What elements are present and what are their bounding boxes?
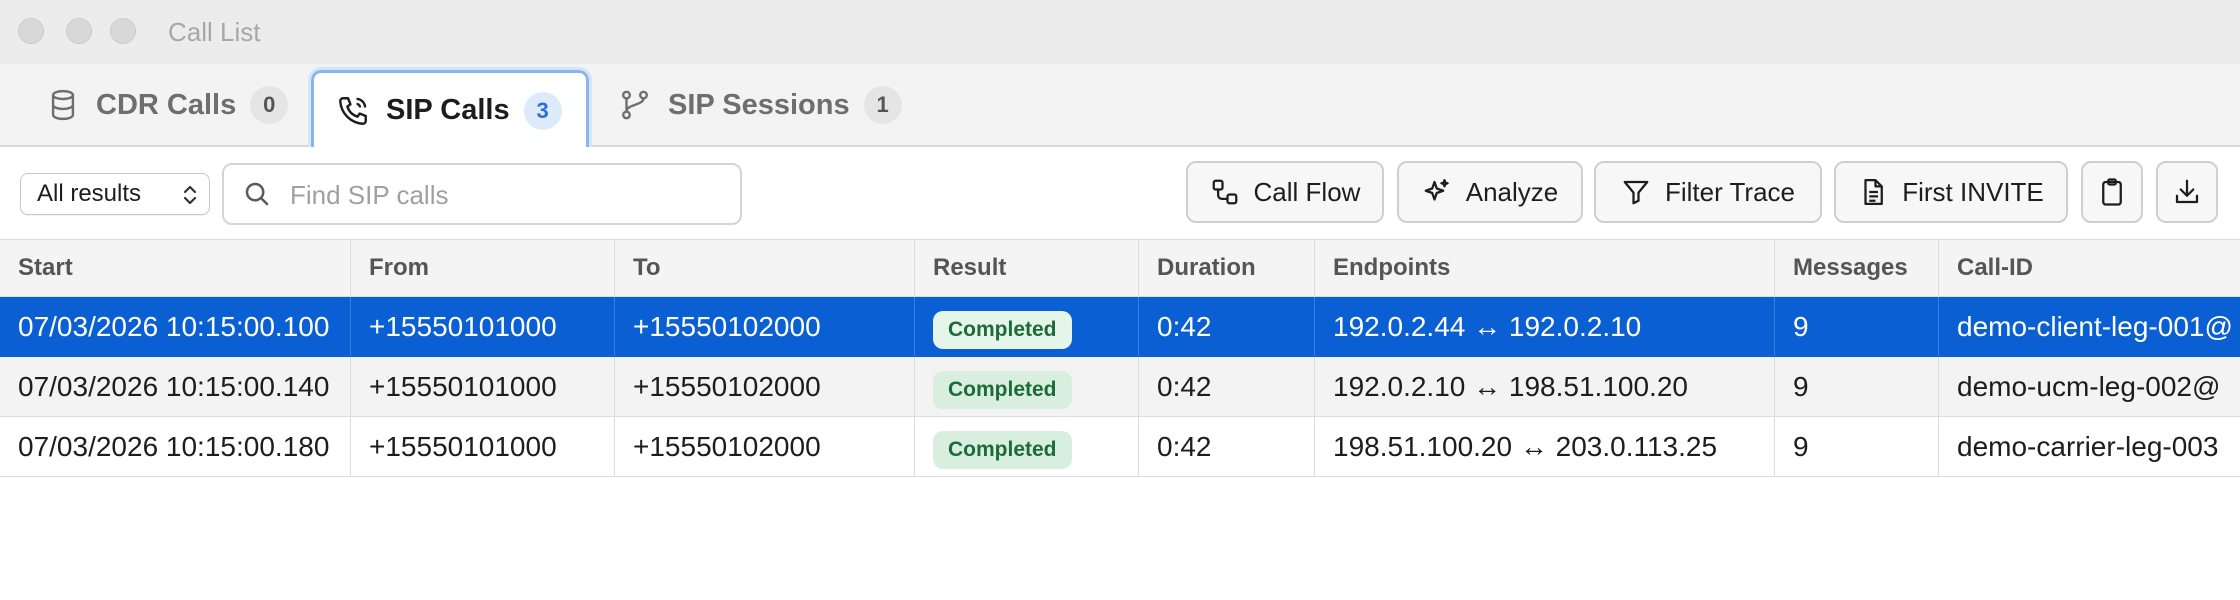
tab-count-badge: 3	[523, 91, 562, 130]
status-badge: Completed	[933, 311, 1072, 349]
column-header-call-id[interactable]: Call-ID	[1939, 240, 2240, 296]
sparkles-icon	[1422, 177, 1452, 207]
cell-start: 07/03/2026 10:15:00.140	[0, 357, 351, 416]
status-badge: Completed	[933, 371, 1072, 409]
cell-start: 07/03/2026 10:15:00.180	[0, 417, 351, 476]
toolbar: All results Call Flow	[0, 147, 2240, 239]
chevron-up-down-icon	[181, 182, 199, 215]
cell-messages: 9	[1775, 417, 1939, 476]
column-header-result[interactable]: Result	[915, 240, 1139, 296]
tab-label: CDR Calls	[96, 88, 237, 121]
window-title: Call List	[168, 17, 261, 47]
call-flow-button[interactable]: Call Flow	[1186, 161, 1384, 223]
filter-trace-label: Filter Trace	[1664, 176, 1796, 207]
cell-messages: 9	[1775, 297, 1939, 356]
close-window-button[interactable]	[18, 18, 44, 44]
first-invite-label: First INVITE	[1902, 176, 2044, 207]
analyze-label: Analyze	[1465, 176, 1559, 207]
cell-endpoints: 192.0.2.10 ↔ 198.51.100.20	[1315, 357, 1775, 416]
cell-call-id: demo-carrier-leg-003	[1957, 431, 2219, 462]
cell-start: 07/03/2026 10:15:00.100	[0, 297, 351, 356]
cell-result: Completed	[915, 417, 1139, 476]
filter-trace-button[interactable]: Filter Trace	[1594, 161, 1822, 223]
column-header-duration[interactable]: Duration	[1139, 240, 1315, 296]
column-header-from[interactable]: From	[351, 240, 615, 296]
tab-label: SIP Calls	[386, 94, 510, 126]
cell-endpoints: 198.51.100.20 ↔ 203.0.113.25	[1315, 417, 1775, 476]
call-flow-icon	[1210, 177, 1240, 207]
tab-strip: CDR Calls 0 SIP Calls 3 SIP Sessions 1	[0, 64, 2240, 151]
cell-result: Completed	[915, 297, 1139, 356]
download-button[interactable]	[2156, 161, 2218, 223]
cell-to: +15550102000	[615, 297, 915, 356]
table-row[interactable]: 07/03/2026 10:15:00.180 +15550101000 +15…	[0, 417, 2240, 477]
search-icon	[242, 179, 272, 214]
search-field[interactable]	[222, 163, 742, 225]
tab-count-badge: 1	[863, 86, 902, 124]
zoom-window-button[interactable]	[110, 18, 136, 44]
cell-duration: 0:42	[1139, 357, 1315, 416]
phone-icon	[336, 94, 370, 128]
clipboard-icon	[2097, 177, 2127, 207]
cell-messages: 9	[1775, 357, 1939, 416]
download-icon	[2172, 177, 2202, 207]
column-header-start[interactable]: Start	[0, 240, 351, 296]
table-row[interactable]: 07/03/2026 10:15:00.140 +15550101000 +15…	[0, 357, 2240, 417]
tab-sip-calls[interactable]: SIP Calls 3	[308, 67, 592, 151]
cell-call-id: demo-ucm-leg-002@	[1957, 371, 2221, 402]
cell-from: +15550101000	[351, 297, 615, 356]
column-header-messages[interactable]: Messages	[1775, 240, 1939, 296]
table-row[interactable]: 07/03/2026 10:15:00.100 +15550101000 +15…	[0, 297, 2240, 357]
sip-calls-table: Start From To Result Duration Endpoints …	[0, 239, 2240, 477]
tab-cdr-calls[interactable]: CDR Calls 0	[46, 64, 289, 146]
column-header-endpoints[interactable]: Endpoints	[1315, 240, 1775, 296]
analyze-button[interactable]: Analyze	[1397, 161, 1583, 223]
cell-to: +15550102000	[615, 357, 915, 416]
tab-count-badge: 0	[250, 86, 289, 124]
status-badge: Completed	[933, 431, 1072, 469]
branch-icon	[618, 88, 652, 122]
title-bar: Call List	[0, 0, 2240, 64]
cell-endpoints: 192.0.2.44 ↔ 192.0.2.10	[1315, 297, 1775, 356]
copy-button[interactable]	[2081, 161, 2143, 223]
results-filter-select[interactable]: All results	[20, 173, 210, 215]
cell-from: +15550101000	[351, 357, 615, 416]
column-header-to[interactable]: To	[615, 240, 915, 296]
cell-result: Completed	[915, 357, 1139, 416]
search-input[interactable]	[288, 173, 732, 217]
database-icon	[46, 88, 80, 122]
cell-duration: 0:42	[1139, 417, 1315, 476]
cell-duration: 0:42	[1139, 297, 1315, 356]
cell-call-id: demo-client-leg-001@	[1957, 311, 2233, 342]
document-icon	[1858, 177, 1888, 207]
tab-sip-sessions[interactable]: SIP Sessions 1	[618, 64, 902, 146]
cell-from: +15550101000	[351, 417, 615, 476]
minimize-window-button[interactable]	[66, 18, 92, 44]
table-header: Start From To Result Duration Endpoints …	[0, 239, 2240, 297]
call-flow-label: Call Flow	[1253, 176, 1361, 207]
cell-to: +15550102000	[615, 417, 915, 476]
filter-icon	[1621, 177, 1651, 207]
results-filter-value: All results	[37, 180, 142, 207]
first-invite-button[interactable]: First INVITE	[1834, 161, 2068, 223]
tab-label: SIP Sessions	[668, 88, 850, 121]
